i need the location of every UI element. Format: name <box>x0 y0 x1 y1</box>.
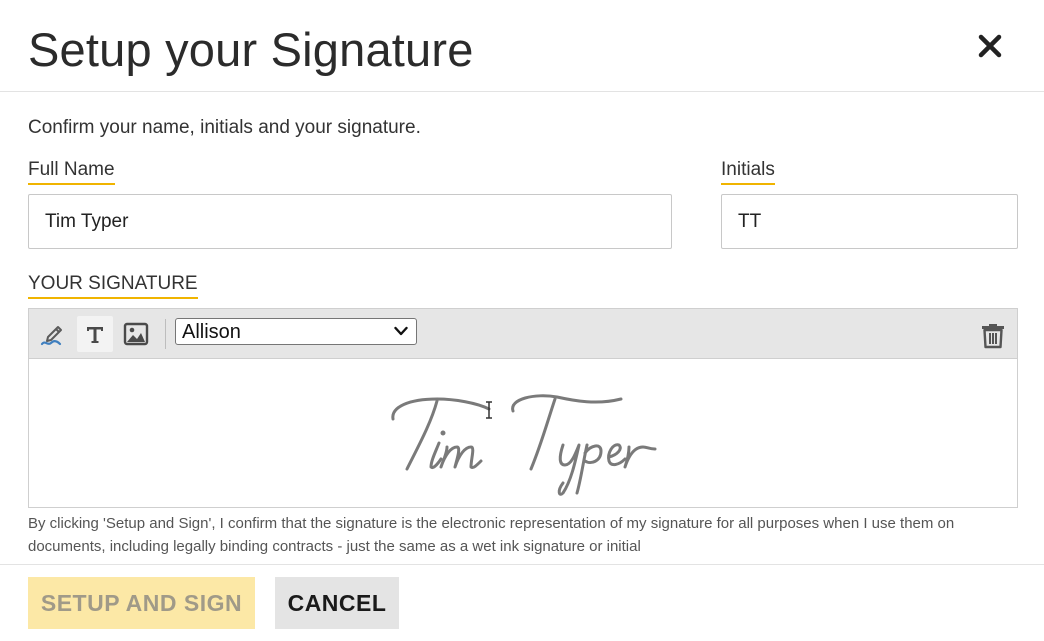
trash-icon <box>982 324 1004 349</box>
dialog-title: Setup your Signature <box>28 23 474 76</box>
clear-signature-button[interactable] <box>977 319 1009 351</box>
cancel-button[interactable]: CANCEL <box>275 577 399 629</box>
draw-mode-button[interactable] <box>35 316 71 352</box>
full-name-input[interactable] <box>28 194 672 249</box>
legal-disclaimer: By clicking 'Setup and Sign', I confirm … <box>28 515 955 555</box>
full-name-label: Full Name <box>28 158 115 185</box>
dialog-header: Setup your Signature <box>0 0 1044 92</box>
initials-label: Initials <box>721 158 775 185</box>
intro-text: Confirm your name, initials and your sig… <box>28 117 421 138</box>
font-select-value: Allison <box>182 321 241 343</box>
image-icon <box>123 322 149 346</box>
chevron-down-icon <box>394 326 408 336</box>
signature-label: YOUR SIGNATURE <box>28 272 198 299</box>
font-select[interactable]: Allison <box>175 318 417 345</box>
close-button[interactable] <box>972 28 1008 64</box>
setup-and-sign-button[interactable]: SETUP AND SIGN <box>28 577 255 629</box>
toolbar-separator <box>165 319 166 349</box>
text-cursor-icon <box>486 401 492 419</box>
upload-image-button[interactable] <box>118 316 154 352</box>
dialog-footer: SETUP AND SIGN CANCEL <box>0 564 1044 641</box>
close-icon <box>978 34 1002 58</box>
type-mode-button[interactable] <box>77 316 113 352</box>
initials-input[interactable] <box>721 194 1018 249</box>
pen-icon <box>40 326 62 346</box>
signature-image <box>391 394 657 496</box>
signature-toolbar: Allison <box>28 308 1018 358</box>
signature-setup-dialog: Setup your Signature Confirm your name, … <box>0 0 1044 641</box>
type-text-icon <box>87 327 103 343</box>
signature-canvas[interactable] <box>28 358 1018 508</box>
